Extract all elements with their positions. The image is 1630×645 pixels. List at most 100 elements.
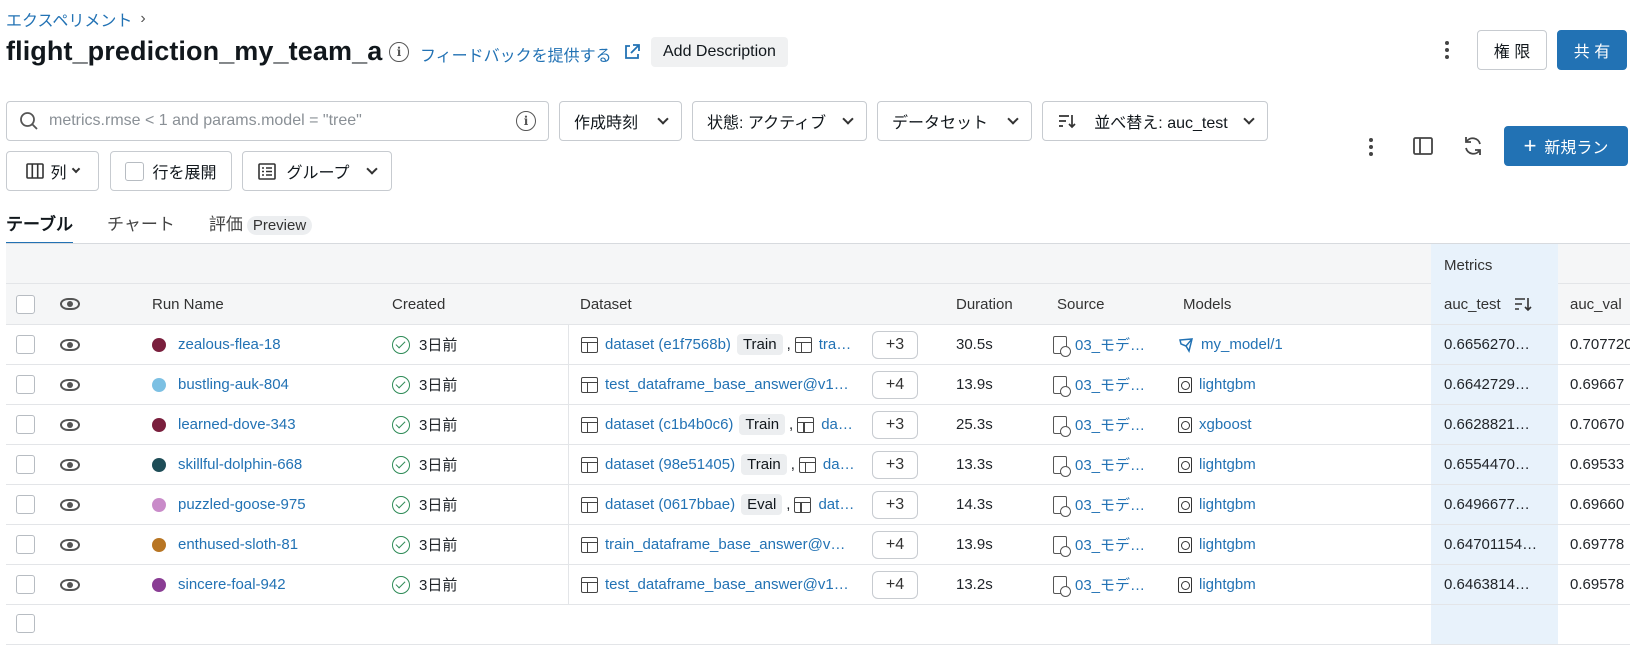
more-datasets-button[interactable]: +4 (872, 531, 918, 559)
search-box[interactable]: i (6, 101, 549, 141)
row-checkbox[interactable] (16, 375, 35, 394)
group-button[interactable]: グループ (242, 151, 392, 191)
run-color-dot[interactable] (152, 577, 166, 592)
table-options-icon[interactable] (1364, 135, 1378, 159)
run-name-link[interactable]: bustling-auk-804 (178, 376, 289, 393)
model-link[interactable]: xgboost (1199, 416, 1252, 433)
run-name-link[interactable]: enthused-sloth-81 (178, 536, 298, 553)
more-options-icon[interactable] (1440, 38, 1454, 62)
model-link[interactable]: lightgbm (1199, 536, 1256, 553)
row-checkbox[interactable] (16, 335, 35, 354)
table-row[interactable]: puzzled-goose-975 3日前 dataset (0617bbae) Ev… (6, 485, 1630, 525)
row-checkbox[interactable] (16, 495, 35, 514)
more-datasets-button[interactable]: +3 (872, 451, 918, 479)
run-name-link[interactable]: skillful-dolphin-668 (178, 456, 302, 473)
column-header-auc-val[interactable]: auc_val (1570, 284, 1622, 324)
more-datasets-button[interactable]: +3 (872, 331, 918, 359)
eye-icon[interactable] (60, 378, 80, 391)
source-link[interactable]: 03_モデ… (1075, 334, 1145, 355)
share-button[interactable]: 共 有 (1557, 30, 1627, 70)
row-checkbox[interactable] (16, 535, 35, 554)
table-row-partial[interactable] (6, 605, 1630, 645)
run-color-dot[interactable] (152, 497, 166, 512)
source-link[interactable]: 03_モデ… (1075, 414, 1145, 435)
new-run-button[interactable]: + 新規ラン (1504, 126, 1628, 166)
table-row[interactable]: sincere-foal-942 3日前 test_dataframe_base_a… (6, 565, 1630, 605)
source-link[interactable]: 03_モデ… (1075, 454, 1145, 475)
more-datasets-button[interactable]: +4 (872, 371, 918, 399)
columns-button[interactable]: 列 (6, 151, 99, 191)
search-input[interactable] (49, 112, 506, 130)
created-filter-dropdown[interactable]: 作成時刻 (559, 101, 682, 141)
eye-icon[interactable] (60, 298, 80, 310)
run-color-dot[interactable] (152, 537, 166, 552)
dataset-link-secondary[interactable]: tra… (819, 336, 852, 353)
dataset-link[interactable]: dataset (0617bbae) (605, 496, 735, 513)
sort-descending-icon[interactable] (1513, 296, 1533, 312)
more-datasets-button[interactable]: +3 (872, 411, 918, 439)
dataset-link[interactable]: dataset (98e51405) (605, 456, 735, 473)
model-link[interactable]: my_model/1 (1201, 336, 1283, 353)
permissions-button[interactable]: 権 限 (1477, 30, 1547, 70)
sort-dropdown[interactable]: 並べ替え: auc_test (1042, 101, 1268, 141)
table-row[interactable]: learned-dove-343 3日前 dataset (c1b4b0c6) Tra… (6, 405, 1630, 445)
external-link-icon[interactable] (623, 43, 641, 61)
side-panel-icon[interactable] (1412, 136, 1434, 156)
model-link[interactable]: lightgbm (1199, 376, 1256, 393)
model-link[interactable]: lightgbm (1199, 576, 1256, 593)
row-checkbox[interactable] (16, 415, 35, 434)
search-help-icon[interactable]: i (516, 111, 536, 131)
eye-icon[interactable] (60, 498, 80, 511)
tab-table[interactable]: テーブル (6, 210, 73, 245)
column-header-run-name[interactable]: Run Name (152, 284, 224, 324)
add-description-button[interactable]: Add Description (651, 37, 788, 67)
row-checkbox[interactable] (16, 455, 35, 474)
eye-icon[interactable] (60, 538, 80, 551)
column-header-created[interactable]: Created (392, 284, 445, 324)
run-color-dot[interactable] (152, 417, 166, 432)
dataset-link[interactable]: test_dataframe_base_answer@v1… (605, 576, 849, 593)
column-header-auc-test[interactable]: auc_test (1431, 284, 1558, 324)
feedback-link[interactable]: フィードバックを提供する (420, 42, 612, 66)
row-checkbox[interactable] (16, 614, 35, 633)
eye-icon[interactable] (60, 458, 80, 471)
eye-icon[interactable] (60, 578, 80, 591)
column-header-dataset[interactable]: Dataset (580, 284, 632, 324)
source-link[interactable]: 03_モデ… (1075, 534, 1145, 555)
run-name-link[interactable]: learned-dove-343 (178, 416, 296, 433)
eye-icon[interactable] (60, 418, 80, 431)
dataset-link[interactable]: dataset (e1f7568b) (605, 336, 731, 353)
run-name-link[interactable]: puzzled-goose-975 (178, 496, 306, 513)
dataset-filter-dropdown[interactable]: データセット (877, 101, 1032, 141)
run-color-dot[interactable] (152, 377, 166, 392)
row-checkbox[interactable] (16, 575, 35, 594)
table-row[interactable]: zealous-flea-18 3日前 dataset (e1f7568b) Trai… (6, 325, 1630, 365)
column-header-duration[interactable]: Duration (956, 284, 1013, 324)
info-icon[interactable]: i (389, 42, 409, 62)
run-color-dot[interactable] (152, 457, 166, 472)
source-link[interactable]: 03_モデ… (1075, 574, 1145, 595)
refresh-icon[interactable] (1462, 135, 1484, 157)
model-link[interactable]: lightgbm (1199, 456, 1256, 473)
expand-rows-toggle[interactable]: 行を展開 (110, 151, 232, 191)
run-name-link[interactable]: zealous-flea-18 (178, 336, 281, 353)
run-name-link[interactable]: sincere-foal-942 (178, 576, 286, 593)
model-link[interactable]: lightgbm (1199, 496, 1256, 513)
more-datasets-button[interactable]: +4 (872, 571, 918, 599)
select-all-checkbox[interactable] (16, 294, 35, 314)
breadcrumb-experiments-link[interactable]: エクスペリメント (6, 7, 132, 31)
table-row[interactable]: bustling-auk-804 3日前 test_dataframe_base_a… (6, 365, 1630, 405)
source-link[interactable]: 03_モデ… (1075, 494, 1145, 515)
dataset-link-secondary[interactable]: dat… (818, 496, 854, 513)
table-row[interactable]: skillful-dolphin-668 3日前 dataset (98e51405… (6, 445, 1630, 485)
eye-icon[interactable] (60, 338, 80, 351)
more-datasets-button[interactable]: +3 (872, 491, 918, 519)
table-row[interactable]: enthused-sloth-81 3日前 train_dataframe_base… (6, 525, 1630, 565)
state-filter-dropdown[interactable]: 状態: アクティブ (692, 101, 867, 141)
source-link[interactable]: 03_モデ… (1075, 374, 1145, 395)
expand-rows-checkbox[interactable] (125, 161, 145, 181)
column-header-source[interactable]: Source (1057, 284, 1105, 324)
tab-evaluation[interactable]: 評価 Preview (209, 210, 313, 243)
dataset-link[interactable]: dataset (c1b4b0c6) (605, 416, 733, 433)
column-header-models[interactable]: Models (1183, 284, 1231, 324)
